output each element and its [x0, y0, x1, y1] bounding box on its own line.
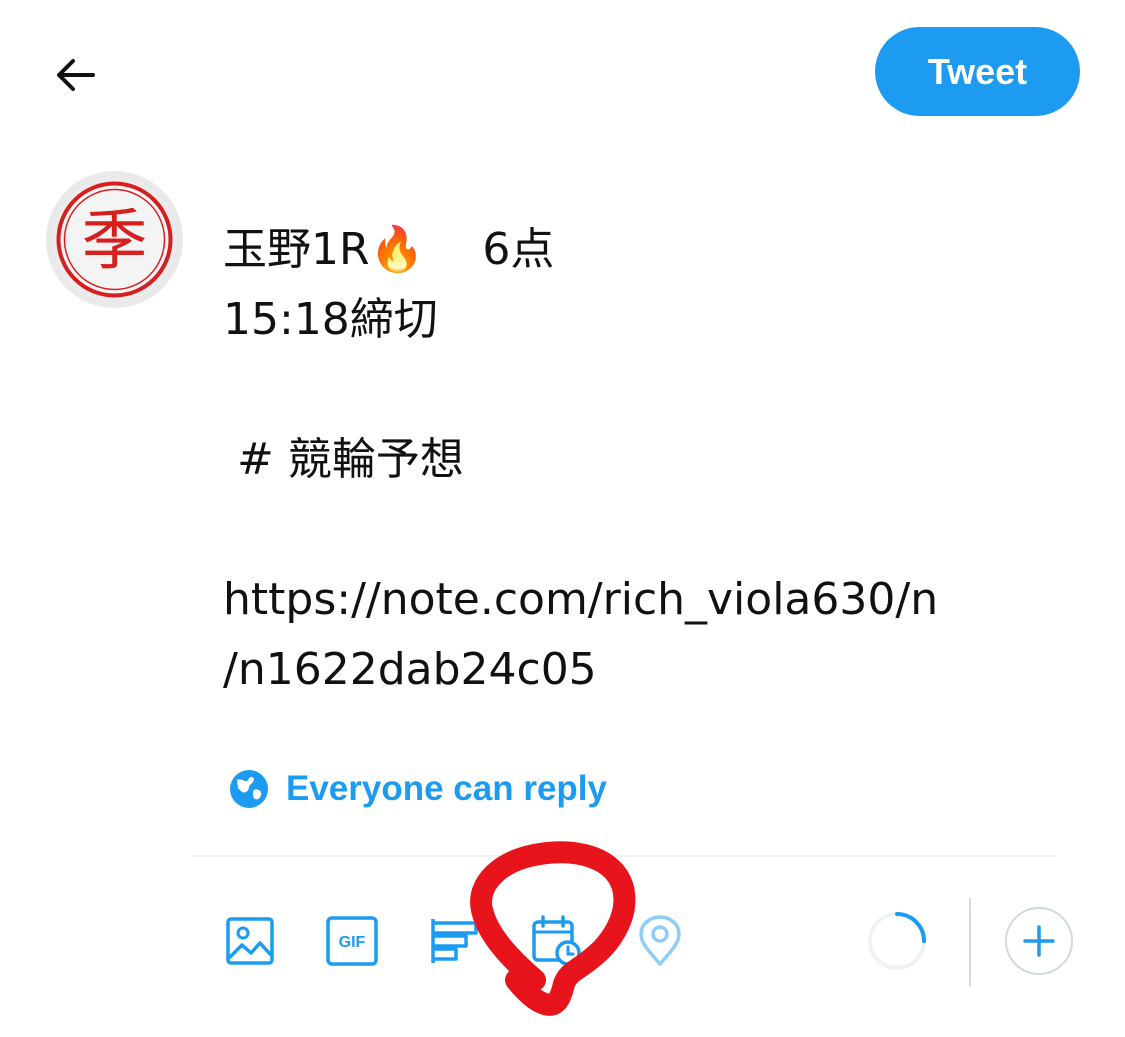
seal-stamp-icon: 季 [52, 177, 177, 302]
compose-tweet-screen: Tweet 季 玉野1R🔥 6点 15:18締切 # 競輪予想 https://… [0, 0, 1125, 1037]
poll-button[interactable] [427, 913, 483, 969]
avatar[interactable]: 季 [46, 171, 183, 308]
add-thread-button[interactable] [1005, 907, 1073, 975]
plus-icon [1023, 925, 1055, 957]
divider [192, 855, 1056, 857]
reply-setting-label: Everyone can reply [286, 769, 607, 808]
compose-line: /n1622dab24c05 [223, 644, 597, 695]
toolbar-separator [969, 898, 971, 986]
tweet-button[interactable]: Tweet [875, 27, 1080, 116]
compose-line: 15:18締切 [223, 294, 438, 345]
tweet-text-area[interactable]: 玉野1R🔥 6点 15:18締切 # 競輪予想 https://note.com… [223, 215, 1083, 705]
gif-button[interactable]: GIF [324, 913, 380, 969]
compose-line: https://note.com/rich_viola630/n [223, 574, 939, 625]
media-button[interactable] [222, 913, 278, 969]
schedule-button[interactable] [529, 913, 585, 969]
poll-icon [431, 919, 478, 963]
compose-line [223, 355, 1083, 425]
character-count-progress [868, 912, 926, 970]
svg-text:季: 季 [82, 202, 148, 279]
compose-line [223, 495, 1083, 565]
globe-icon [230, 770, 268, 808]
compose-line: 玉野1R🔥 6点 [223, 224, 555, 275]
arrow-left-icon [57, 59, 95, 91]
back-button[interactable] [48, 48, 102, 102]
reply-setting-button[interactable]: Everyone can reply [228, 764, 607, 814]
compose-line: # 競輪予想 [223, 434, 464, 485]
image-icon [226, 917, 274, 965]
calendar-clock-icon [532, 915, 581, 966]
svg-text:GIF: GIF [339, 934, 366, 951]
location-button[interactable] [632, 913, 688, 969]
gif-icon: GIF [326, 916, 378, 966]
location-pin-icon [639, 915, 681, 966]
